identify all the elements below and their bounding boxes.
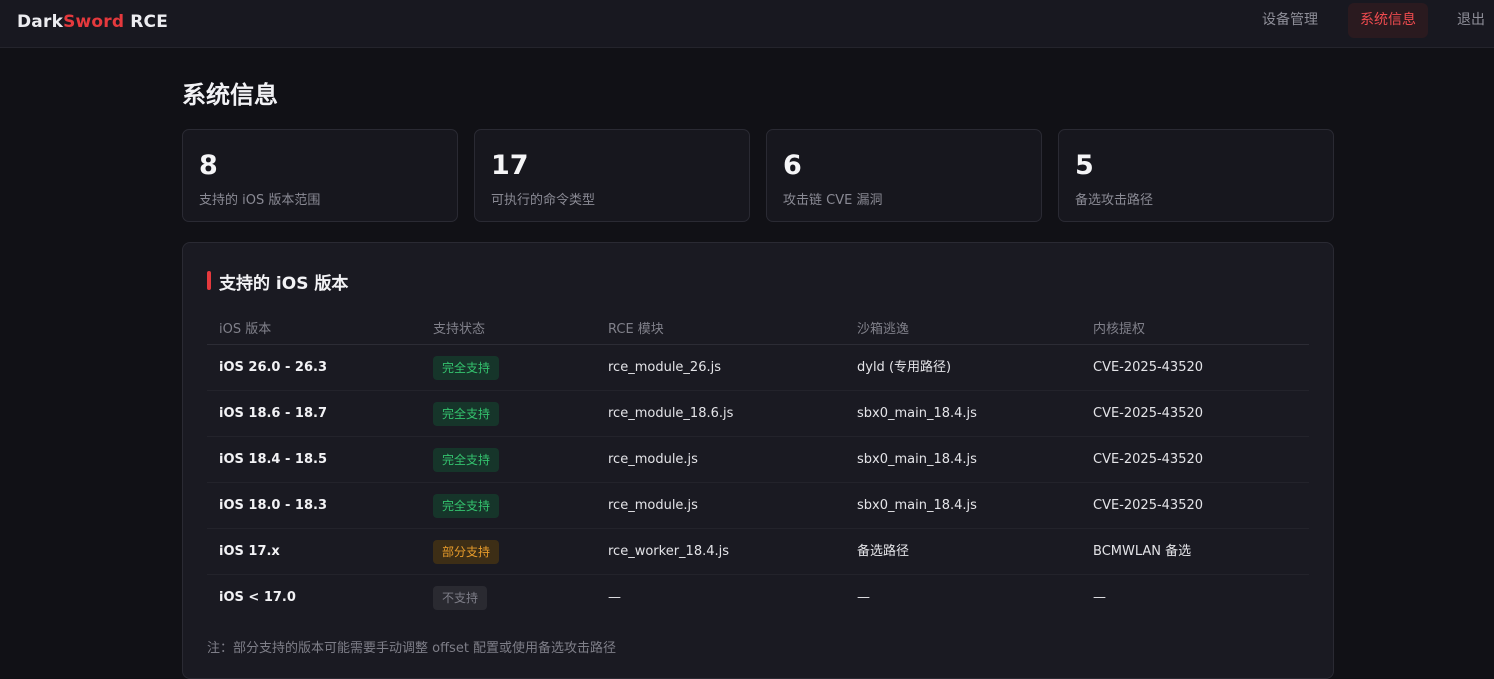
rce-module-cell: rce_worker_18.4.js — [608, 544, 730, 559]
status-badge: 完全支持 — [433, 447, 500, 472]
rce-module-cell: rce_module_18.6.js — [608, 406, 734, 421]
stat-value: 5 — [1075, 150, 1094, 181]
brand-rce: RCE — [130, 12, 169, 32]
brand-dark: Dark — [17, 12, 64, 32]
status-cell: 完全支持 — [433, 345, 500, 391]
table-row: iOS 18.4 - 18.5 完全支持 rce_module.js sbx0_… — [207, 437, 1309, 483]
panel-title-text: 支持的 iOS 版本 — [219, 274, 349, 294]
kernel-cell: CVE-2025-43520 — [1093, 452, 1204, 467]
kernel-cell: CVE-2025-43520 — [1093, 406, 1204, 421]
status-cell: 不支持 — [433, 575, 488, 621]
table-row: iOS 17.x 部分支持 rce_worker_18.4.js 备选路径 BC… — [207, 529, 1309, 575]
supported-versions-panel: 支持的 iOS 版本 iOS 版本 支持状态 RCE 模块 沙箱逃逸 内核提权 … — [182, 242, 1334, 679]
nav-device-management[interactable]: 设备管理 — [1250, 3, 1330, 38]
stat-label: 支持的 iOS 版本范围 — [199, 193, 321, 208]
kernel-cell: — — [1093, 590, 1106, 605]
top-navbar: DarkSword RCE 设备管理 系统信息 退出 — [0, 0, 1494, 48]
stat-card-attack-paths: 5 备选攻击路径 — [1058, 129, 1334, 222]
stat-card-cve-count: 6 攻击链 CVE 漏洞 — [766, 129, 1042, 222]
status-cell: 部分支持 — [433, 529, 500, 575]
stat-label: 攻击链 CVE 漏洞 — [783, 193, 883, 208]
version-cell: iOS 18.6 - 18.7 — [219, 406, 327, 421]
stat-label: 可执行的命令类型 — [491, 193, 596, 208]
status-cell: 完全支持 — [433, 437, 500, 483]
column-header-kernel: 内核提权 — [1093, 322, 1146, 337]
status-badge: 完全支持 — [433, 401, 500, 426]
kernel-cell: CVE-2025-43520 — [1093, 498, 1204, 513]
brand-sword: Sword — [63, 12, 125, 32]
sandbox-cell: dyld (专用路径) — [857, 360, 952, 375]
status-cell: 完全支持 — [433, 483, 500, 529]
version-cell: iOS 18.0 - 18.3 — [219, 498, 327, 513]
version-cell: iOS 17.x — [219, 544, 280, 559]
version-cell: iOS < 17.0 — [219, 590, 296, 605]
status-badge: 不支持 — [433, 585, 488, 610]
footnote: 注：部分支持的版本可能需要手动调整 offset 配置或使用备选攻击路径 — [207, 641, 617, 656]
sandbox-cell: sbx0_main_18.4.js — [857, 406, 977, 421]
rce-module-cell: rce_module_26.js — [608, 360, 721, 375]
column-header-sandbox: 沙箱逃逸 — [857, 322, 910, 337]
column-header-version: iOS 版本 — [219, 322, 272, 337]
nav-system-info[interactable]: 系统信息 — [1348, 3, 1428, 38]
sandbox-cell: — — [857, 590, 870, 605]
status-cell: 完全支持 — [433, 391, 500, 437]
title-accent-bar — [207, 271, 211, 290]
column-header-rce: RCE 模块 — [608, 322, 664, 337]
table-row: iOS 18.6 - 18.7 完全支持 rce_module_18.6.js … — [207, 391, 1309, 437]
stat-label: 备选攻击路径 — [1075, 193, 1154, 208]
kernel-cell: CVE-2025-43520 — [1093, 360, 1204, 375]
page-title: 系统信息 — [182, 81, 278, 109]
nav-logout[interactable]: 退出 — [1445, 3, 1494, 38]
stat-value: 6 — [783, 150, 802, 181]
stat-value: 17 — [491, 150, 529, 181]
stat-card-ios-versions: 8 支持的 iOS 版本范围 — [182, 129, 458, 222]
version-cell: iOS 26.0 - 26.3 — [219, 360, 327, 375]
sandbox-cell: sbx0_main_18.4.js — [857, 498, 977, 513]
stat-card-command-types: 17 可执行的命令类型 — [474, 129, 750, 222]
table-row: iOS 26.0 - 26.3 完全支持 rce_module_26.js dy… — [207, 345, 1309, 391]
sandbox-cell: 备选路径 — [857, 544, 910, 559]
brand-logo[interactable]: DarkSword RCE — [17, 12, 168, 32]
rce-module-cell: rce_module.js — [608, 452, 698, 467]
rce-module-cell: — — [608, 590, 621, 605]
status-badge: 完全支持 — [433, 355, 500, 380]
table-row: iOS 18.0 - 18.3 完全支持 rce_module.js sbx0_… — [207, 483, 1309, 529]
kernel-cell: BCMWLAN 备选 — [1093, 544, 1192, 559]
rce-module-cell: rce_module.js — [608, 498, 698, 513]
stat-value: 8 — [199, 150, 218, 181]
column-header-status: 支持状态 — [433, 322, 486, 337]
panel-title: 支持的 iOS 版本 — [207, 269, 348, 294]
version-cell: iOS 18.4 - 18.5 — [219, 452, 327, 467]
status-badge: 部分支持 — [433, 539, 500, 564]
status-badge: 完全支持 — [433, 493, 500, 518]
sandbox-cell: sbx0_main_18.4.js — [857, 452, 977, 467]
table-row: iOS < 17.0 不支持 — — — — [207, 575, 1309, 621]
